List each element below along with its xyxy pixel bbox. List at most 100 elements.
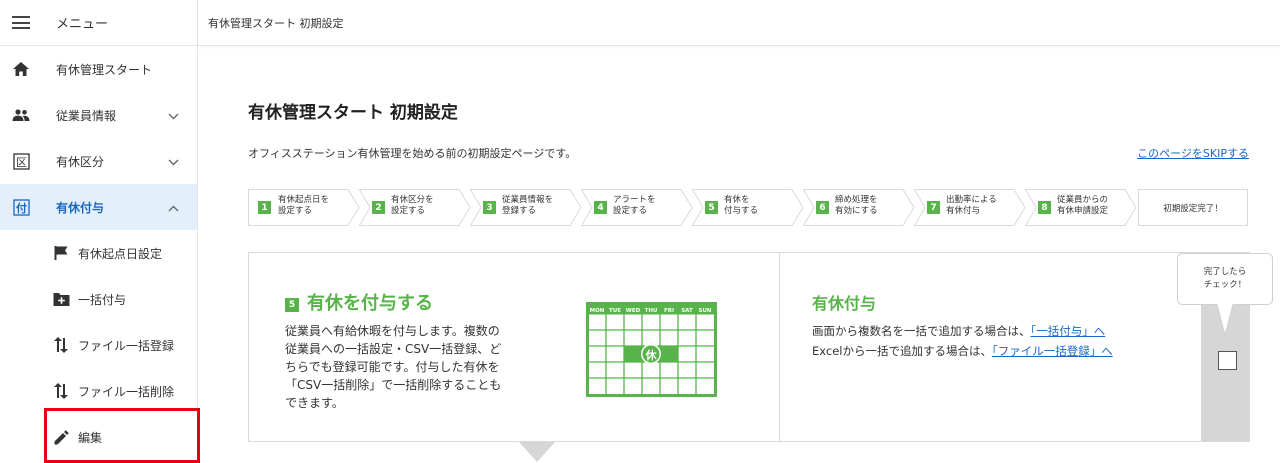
step-number: 2 [372,201,385,214]
sidebar-subitem-bulk-grant[interactable]: 一括付与 [0,276,197,322]
pencil-icon [52,428,70,446]
file-register-link[interactable]: 「ファイル一括登録」へ [992,344,1113,358]
calendar-day-label: SUN [698,308,711,314]
sidebar-item-leave-grant[interactable]: 付 有休付与 [0,184,197,230]
sidebar-subitem-label: 有休起点日設定 [78,246,163,261]
sidebar-subitem-start-date[interactable]: 有休起点日設定 [0,230,197,276]
calendar-day-label: WED [626,308,641,314]
people-icon [12,106,30,124]
step-complete[interactable]: 初期設定完了！ [1138,189,1248,226]
step-label-line: 有休起点日を [278,195,330,205]
sidebar-subitem-label: ファイル一括登録 [78,338,175,353]
step-number: 7 [927,201,940,214]
sidebar-item-employees[interactable]: 従業員情報 [0,92,197,138]
bulk-grant-link[interactable]: 「一括付与」へ [1031,324,1106,338]
step-card: 5 有休を付与する 従業員へ有給休暇を付与します。複数の 従業員への一括設定・C… [248,252,1273,442]
step-label: 有休起点日を 設定する [278,195,329,217]
card-pointer-arrow [519,442,555,462]
sidebar-subitem-label: 編集 [78,430,103,445]
calendar-day-label: FRI [664,308,674,314]
step-number: 4 [594,201,607,214]
sidebar: メニュー 有休管理スタート 従業員情報 区 有休区分 付 有休付与 有休起点日設… [0,0,200,463]
calendar-day-label: THU [645,308,658,314]
skip-page-link[interactable]: このページをSKIPする [1137,145,1249,161]
card-desc-line: 従業員へ有給休暇を付与します。複数の [285,324,500,338]
step-label-line: 設定する [278,206,313,216]
main-content: 有休管理スタート 初期設定 オフィスステーション有休管理を始める前の初期設定ペー… [198,46,1280,463]
card-desc-line: ちらでも登録可能です。付与した有休を [285,360,500,374]
card-desc-line: 「CSV一括削除」で一括削除することも [285,378,502,392]
card-left-description: 従業員へ有給休暇を付与します。複数の 従業員への一括設定・CSV一括登録、ど ち… [285,322,535,412]
chevron-up-icon[interactable] [168,201,179,215]
card-right-title: 有休付与 [812,294,877,313]
sidebar-subitem-file-delete[interactable]: ファイル一括削除 [0,368,197,414]
step-number: 3 [483,201,496,214]
sidebar-subitem-edit[interactable]: 編集 [0,414,197,460]
swap-vertical-icon [52,382,70,400]
card-desc-line: できます。 [285,396,344,410]
check-bubble-line: 完了したら [1203,267,1247,277]
calendar-day-label: MON [590,308,605,314]
step-label-line: 有休を [724,195,750,205]
step-label-line: 有休申請設定 [1057,206,1109,216]
app-root: メニュー 有休管理スタート 従業員情報 区 有休区分 付 有休付与 有休起点日設… [0,0,1280,463]
step-label-line: 設定する [391,206,426,216]
sidebar-item-label: 有休付与 [56,200,105,215]
step-label-line: アラートを [613,195,656,205]
hamburger-icon[interactable] [12,16,30,29]
step-label-line: 従業員からの [1057,195,1109,205]
step-number: 6 [816,201,829,214]
step-label: 締め処理を 有効にする [835,195,878,217]
sidebar-item-label: 有休区分 [56,154,105,169]
step-number: 8 [1038,201,1051,214]
step-label-line: 締め処理を [835,195,878,205]
step-number: 1 [258,201,271,214]
step-label: 出勤率による 有休付与 [946,195,997,217]
sidebar-item-label: 有休管理スタート [56,62,153,77]
step-label: 有休を 付与する [724,195,758,217]
sidebar-item-start[interactable]: 有休管理スタート [0,46,197,92]
step-label-line: 有休区分を [391,195,434,205]
menu-toggle[interactable]: メニュー [0,0,197,46]
calendar-mark: 休 [645,348,658,362]
ku-icon-char: 区 [16,156,27,169]
calendar-day-label: TUE [609,308,621,314]
card-left-title: 有休を付与する [307,293,433,314]
step-label-line: 登録する [502,206,537,216]
card-step-number: 5 [285,298,299,312]
step-label-line: 出勤率による [946,195,997,205]
step-label-line: 設定する [613,206,648,216]
complete-checkbox[interactable] [1218,351,1237,370]
sidebar-item-leave-category[interactable]: 区 有休区分 [0,138,197,184]
menu-label: メニュー [56,17,109,32]
sidebar-subitem-label: 一括付与 [78,292,127,307]
ku-icon: 区 [12,152,30,170]
home-icon [12,60,30,78]
step-label: 有休区分を 設定する [391,195,434,217]
step-number: 5 [705,201,718,214]
chevron-down-icon[interactable] [168,155,179,169]
step-label-line: 付与する [724,206,759,216]
card-right-text: 画面から複数名を一括で追加する場合は、 [812,324,1031,338]
card-right-line-1: 画面から複数名を一括で追加する場合は、「一括付与」へ [812,323,1105,339]
breadcrumb: 有休管理スタート 初期設定 [208,16,344,30]
swap-vertical-icon [52,336,70,354]
chevron-down-icon[interactable] [168,109,179,123]
step-label-line: 有効にする [835,206,878,216]
sidebar-subitem-label: ファイル一括削除 [78,384,175,399]
sidebar-subitem-file-register[interactable]: ファイル一括登録 [0,322,197,368]
card-divider [779,253,780,441]
card-right-line-2: Excelから一括で追加する場合は、「ファイル一括登録」へ [812,343,1113,359]
step-label-line: 有休付与 [946,206,981,216]
sidebar-item-label: 従業員情報 [56,108,117,123]
fu-icon-char: 付 [16,201,27,215]
page-description: オフィスステーション有休管理を始める前の初期設定ページです。 [248,147,577,160]
check-bubble-line: チェック！ [1203,280,1247,290]
step-label: 従業員情報を 登録する [502,195,553,217]
card-desc-line: 従業員への一括設定・CSV一括登録、ど [285,342,502,356]
page-title: 有休管理スタート 初期設定 [248,103,458,123]
step-label: 従業員からの 有休申請設定 [1057,195,1108,217]
flag-icon [52,244,70,262]
calendar-icon: MON TUE WED THU FRI SAT SUN 休 [586,302,717,397]
step-label: アラートを 設定する [613,195,656,217]
